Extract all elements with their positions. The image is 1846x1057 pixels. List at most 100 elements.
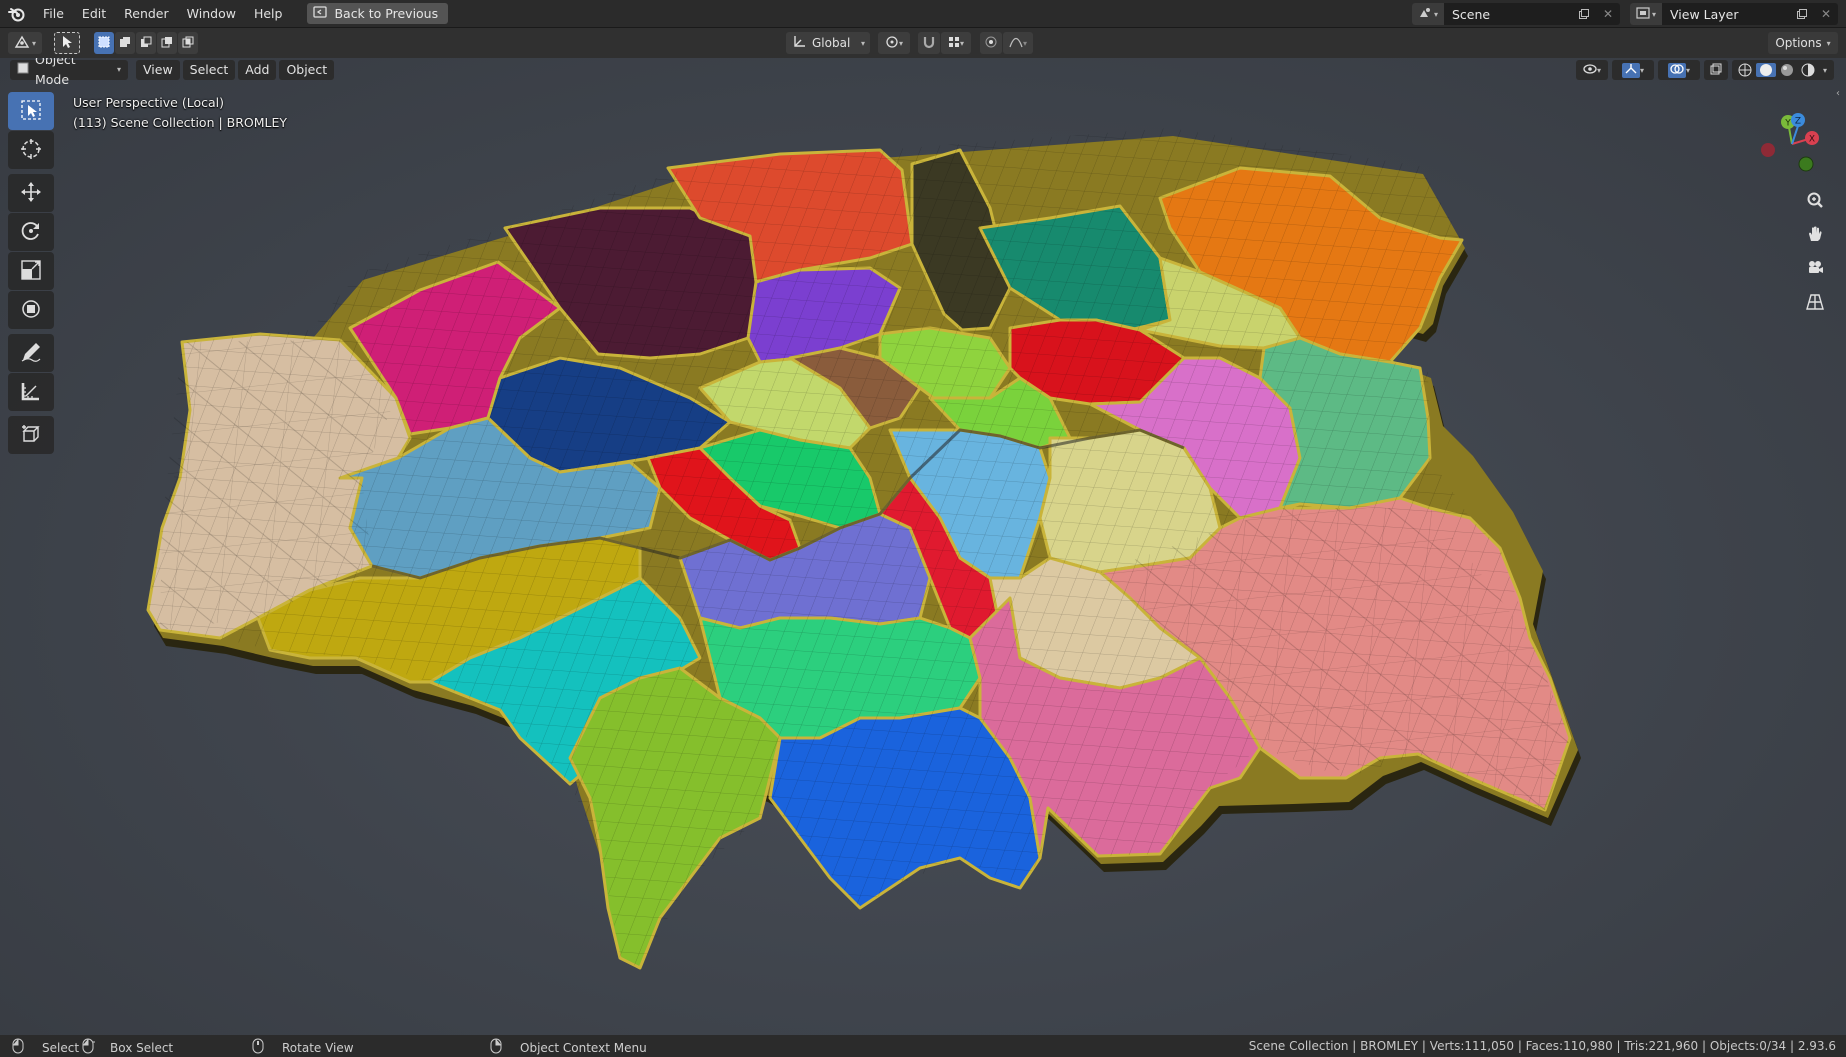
view-layer-browse-button[interactable]: ▾	[1630, 3, 1662, 25]
chevron-down-icon: ▾	[1685, 65, 1690, 75]
snap-target-dropdown[interactable]: ▾	[941, 32, 971, 54]
gizmo-neg-x-axis[interactable]	[1761, 143, 1775, 157]
chevron-down-icon: ▾	[860, 38, 865, 48]
delete-view-layer-icon[interactable]: ✕	[1814, 3, 1838, 25]
rendered-shading-icon[interactable]	[1798, 63, 1818, 77]
menu-object[interactable]: Object	[279, 60, 335, 80]
status-hint-rotate-view: Rotate View	[252, 1038, 354, 1057]
annotate-tool[interactable]	[8, 334, 54, 372]
camera-icon	[1806, 259, 1824, 280]
pencil-icon	[20, 341, 42, 366]
proportional-falloff-dropdown[interactable]: ▾	[1003, 32, 1033, 54]
scene-selector[interactable]: ▾ Scene ✕	[1412, 3, 1620, 25]
shading-mode-group: ▾	[1732, 60, 1834, 80]
menu-select[interactable]: Select	[182, 60, 236, 80]
perspective-ortho-toggle[interactable]	[1800, 288, 1830, 318]
render-layers-icon	[1636, 6, 1650, 22]
gizmo-neg-y-axis[interactable]	[1798, 156, 1814, 172]
back-to-previous-button[interactable]: Back to Previous	[307, 3, 449, 24]
view-layer-name[interactable]: View Layer	[1662, 7, 1790, 22]
scale-icon	[20, 259, 42, 284]
view-layer-selector[interactable]: ▾ View Layer ✕	[1630, 3, 1838, 25]
object-mode-icon	[17, 60, 29, 80]
solid-shading-icon[interactable]	[1756, 63, 1776, 77]
transform-orientation-dropdown[interactable]: Global ▾	[786, 32, 870, 54]
gizmo-toggle[interactable]: ▾	[1612, 60, 1654, 80]
scene-name[interactable]: Scene	[1444, 7, 1572, 22]
tool-settings-header: ▾ Global ▾ ▾ ▾ ▾ Options ▾	[0, 28, 1846, 58]
select-mode-extend-button[interactable]	[115, 32, 135, 54]
status-hint-box-select: Box Select	[82, 1038, 173, 1057]
object-mode-label: Object Mode	[35, 58, 76, 87]
navigation-gizmo[interactable]: X Y Z	[1754, 104, 1830, 180]
london-boroughs-mesh[interactable]	[0, 58, 1846, 1035]
camera-view-button[interactable]	[1800, 254, 1830, 284]
viewport-header: Object Mode ▾ View Select Add Object ▾ ▾…	[0, 58, 1846, 87]
scene-browse-button[interactable]: ▾	[1412, 3, 1444, 25]
3d-viewport[interactable]: Object Mode ▾ View Select Add Object ▾ ▾…	[0, 58, 1846, 1035]
options-dropdown[interactable]: Options ▾	[1768, 32, 1838, 54]
menu-window[interactable]: Window	[178, 3, 245, 25]
new-scene-icon[interactable]	[1572, 3, 1596, 25]
chevron-down-icon: ▾	[959, 38, 964, 48]
select-mode-invert-button[interactable]	[157, 32, 177, 54]
select-box-tool[interactable]	[8, 92, 54, 130]
chevron-down-icon[interactable]: ▾	[1819, 66, 1831, 75]
xray-toggle[interactable]	[1704, 60, 1728, 80]
pivot-point-dropdown[interactable]: ▾	[878, 32, 910, 54]
delete-scene-icon[interactable]: ✕	[1596, 3, 1620, 25]
material-shading-icon[interactable]	[1777, 63, 1797, 77]
overlays-toggle[interactable]: ▾	[1658, 60, 1700, 80]
wireframe-shading-icon[interactable]	[1735, 63, 1755, 77]
proportional-editing-button[interactable]	[980, 32, 1002, 54]
hand-icon	[1806, 225, 1824, 246]
select-tool-button[interactable]	[54, 32, 80, 54]
menu-render[interactable]: Render	[115, 3, 178, 25]
new-view-layer-icon[interactable]	[1790, 3, 1814, 25]
blender-logo-icon[interactable]	[0, 0, 34, 28]
object-mode-dropdown[interactable]: Object Mode ▾	[10, 58, 128, 87]
select-mode-subtract-button[interactable]	[136, 32, 156, 54]
mouse-middle-icon	[252, 1038, 264, 1057]
status-rotate-view-label: Rotate View	[282, 1040, 354, 1055]
mouse-right-icon	[490, 1038, 502, 1057]
add-cube-tool[interactable]	[8, 416, 54, 454]
snap-toggle-button[interactable]	[918, 32, 940, 54]
editor-type-button[interactable]: ▾	[8, 32, 42, 54]
proportional-edit-icon	[984, 35, 998, 52]
magnifier-icon	[1806, 191, 1824, 212]
cursor-arrow-icon	[61, 35, 73, 52]
rotate-tool[interactable]	[8, 213, 54, 251]
measure-tool[interactable]	[8, 373, 54, 411]
orientation-label: Global	[812, 36, 851, 50]
move-arrows-icon	[20, 181, 42, 206]
select-mode-new-button[interactable]	[94, 32, 114, 54]
cursor-tool[interactable]	[8, 131, 54, 169]
select-mode-intersect-button[interactable]	[178, 32, 198, 54]
menu-file[interactable]: File	[34, 3, 73, 25]
move-tool[interactable]	[8, 174, 54, 212]
status-select-label: Select	[42, 1040, 80, 1055]
add-cube-icon	[20, 423, 42, 448]
menu-help[interactable]: Help	[245, 3, 292, 25]
menu-add[interactable]: Add	[238, 60, 277, 80]
scale-tool[interactable]	[8, 252, 54, 290]
menu-view[interactable]: View	[136, 60, 180, 80]
pan-view-button[interactable]	[1800, 220, 1830, 250]
left-toolbar	[8, 92, 54, 455]
falloff-curve-icon	[1009, 36, 1023, 51]
view-perspective-label: User Perspective (Local)	[73, 95, 224, 110]
ruler-icon	[20, 380, 42, 405]
sidebar-toggle-icon[interactable]: ‹	[1836, 88, 1846, 102]
select-new-icon	[98, 36, 110, 51]
visibility-dropdown[interactable]: ▾	[1576, 60, 1608, 80]
select-invert-icon	[161, 36, 173, 51]
back-to-previous-label: Back to Previous	[334, 6, 439, 21]
chevron-down-icon: ▾	[31, 38, 36, 48]
mouse-left-icon	[12, 1038, 24, 1057]
transform-tool[interactable]	[8, 291, 54, 329]
chevron-down-icon: ▾	[1651, 9, 1656, 19]
menu-edit[interactable]: Edit	[73, 3, 115, 25]
zoom-view-button[interactable]	[1800, 186, 1830, 216]
chevron-down-icon: ▾	[1639, 65, 1644, 75]
